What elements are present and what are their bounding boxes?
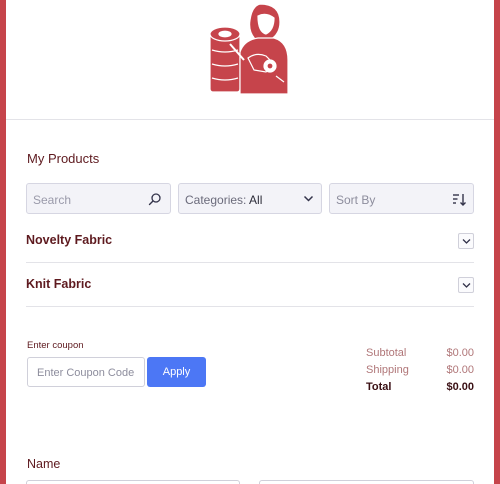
order-totals: Subtotal $0.00 Shipping $0.00 Total $0.0… [356, 347, 474, 398]
subtotal-label: Subtotal [366, 347, 407, 359]
chevron-down-icon [303, 195, 314, 202]
search-icon[interactable] [148, 192, 162, 206]
sort-icon [453, 194, 466, 206]
category-label: Novelty Fabric [26, 233, 113, 247]
shipping-value: $0.00 [446, 364, 474, 376]
category-row-knit-fabric[interactable]: Knit Fabric [26, 263, 474, 307]
categories-selected-value: All [249, 193, 263, 207]
total-value: $0.00 [446, 381, 474, 393]
seamstress-logo-icon [209, 3, 289, 95]
search-input[interactable]: Search [26, 183, 171, 214]
categories-label: Categories: [185, 193, 247, 207]
order-form-card: My Products Search Categories: All Sort … [6, 0, 494, 484]
form-header [6, 0, 494, 120]
total-label: Total [366, 381, 392, 393]
apply-coupon-button[interactable]: Apply [147, 357, 206, 387]
coupon-code-input[interactable]: Enter Coupon Code [27, 357, 145, 387]
categories-label-group: Categories: All [185, 193, 262, 207]
name-label: Name [27, 457, 61, 471]
products-title: My Products [27, 151, 100, 166]
subtotal-row: Subtotal $0.00 [356, 347, 474, 364]
coupon-placeholder: Enter Coupon Code [37, 367, 135, 379]
coupon-label: Enter coupon [27, 340, 84, 351]
sort-by-label: Sort By [336, 193, 376, 207]
expand-toggle[interactable] [458, 277, 474, 293]
category-label: Knit Fabric [26, 277, 92, 291]
search-placeholder: Search [33, 193, 72, 207]
chevron-down-icon [462, 239, 471, 244]
first-name-input[interactable] [26, 480, 240, 484]
shipping-label: Shipping [366, 364, 409, 376]
categories-dropdown[interactable]: Categories: All [178, 183, 322, 214]
expand-toggle[interactable] [458, 233, 474, 249]
shipping-row: Shipping $0.00 [356, 364, 474, 381]
last-name-input[interactable] [259, 480, 474, 484]
subtotal-value: $0.00 [446, 347, 474, 359]
sort-by-dropdown[interactable]: Sort By [329, 183, 474, 214]
chevron-down-icon [462, 283, 471, 288]
total-row: Total $0.00 [356, 381, 474, 398]
category-row-novelty-fabric[interactable]: Novelty Fabric [26, 219, 474, 263]
